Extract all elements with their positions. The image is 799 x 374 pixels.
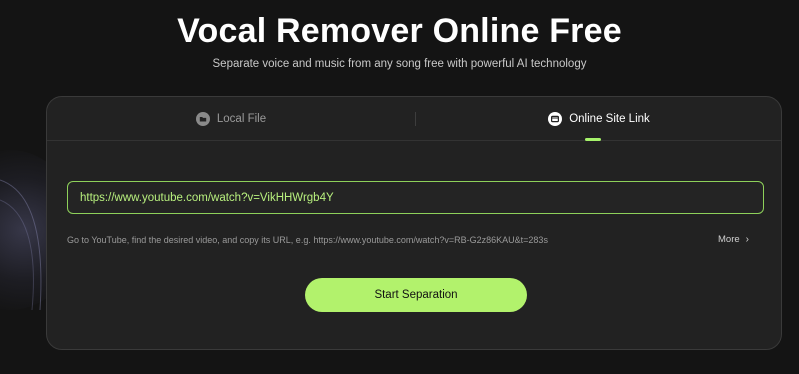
link-window-icon (548, 112, 563, 126)
tab-local-file[interactable]: Local File (47, 97, 415, 141)
page-title: Vocal Remover Online Free (177, 12, 622, 50)
more-link[interactable]: More › (718, 234, 749, 245)
url-hint-text: Go to YouTube, find the desired video, a… (67, 235, 548, 245)
folder-icon (195, 112, 210, 126)
tab-online-site-link-label: Online Site Link (569, 113, 650, 125)
active-tab-indicator (585, 138, 601, 141)
tab-local-file-label: Local File (216, 113, 267, 125)
page: Vocal Remover Online Free Separate voice… (0, 0, 799, 374)
tab-online-site-link[interactable]: Online Site Link (415, 97, 781, 141)
more-link-label: More (718, 234, 740, 245)
video-url-input[interactable] (67, 181, 764, 214)
source-tabs: Local File Online Site Link (47, 97, 781, 141)
upload-card: Local File Online Site Link Go to YouTub… (46, 96, 782, 350)
start-separation-button[interactable]: Start Separation (305, 278, 527, 312)
chevron-right-icon: › (745, 234, 749, 245)
page-subtitle: Separate voice and music from any song f… (212, 58, 587, 70)
